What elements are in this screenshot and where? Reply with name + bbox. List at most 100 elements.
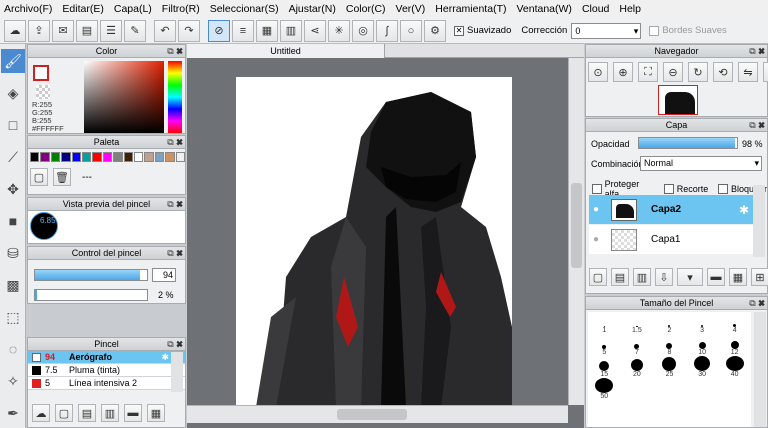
foreground-color-swatch[interactable] — [33, 65, 49, 81]
brush-size-option[interactable]: 15 — [588, 356, 621, 378]
menu-item[interactable]: Ajustar(N) — [289, 3, 336, 15]
brush-file-icon[interactable]: ▥ — [101, 404, 119, 422]
saturation-value-picker[interactable] — [84, 61, 164, 133]
palette-swatch[interactable] — [92, 152, 102, 162]
panel-buttons-icon[interactable]: ⧉ ✖ — [167, 198, 183, 211]
brush-size-option[interactable]: 20 — [621, 356, 654, 378]
menu-item[interactable]: Ver(V) — [396, 3, 426, 15]
background-color-swatch[interactable] — [36, 85, 50, 99]
gear-icon[interactable]: ✱ — [739, 203, 749, 217]
panel-buttons-icon[interactable]: ⧉ ✖ — [749, 45, 765, 58]
menu-item[interactable]: Seleccionar(S) — [210, 3, 279, 15]
panel-buttons-icon[interactable]: ⧉ ✖ — [167, 45, 183, 58]
eye-icon[interactable]: ● — [589, 234, 603, 245]
snap-grid-icon[interactable]: ▦ — [256, 19, 278, 42]
magic-wand-tool-icon[interactable]: ✧ — [1, 369, 25, 393]
size-slider[interactable] — [34, 269, 148, 281]
list-icon[interactable]: ☰ — [100, 19, 122, 42]
palette-swatch[interactable] — [61, 152, 71, 162]
panel-buttons-icon[interactable]: ⧉ ✖ — [749, 119, 765, 132]
bucket-tool-icon[interactable]: ⛁ — [1, 241, 25, 265]
panel-buttons-icon[interactable]: ⧉ ✖ — [167, 338, 183, 351]
fill-rect-tool-icon[interactable]: ■ — [1, 209, 25, 233]
vertical-scrollbar[interactable] — [568, 58, 584, 405]
palette-swatch[interactable] — [144, 152, 154, 162]
brush-row[interactable]: 5 Línea intensiva 2 — [28, 377, 185, 390]
palette-swatch[interactable] — [154, 152, 165, 162]
snap-curve-icon[interactable]: ∫ — [376, 19, 398, 42]
brush-cloud-icon[interactable]: ☁ — [32, 404, 50, 422]
lasso-tool-icon[interactable]: ◌ — [1, 337, 25, 361]
snap-parallel-icon[interactable]: ≡ — [232, 19, 254, 42]
brush-list-scrollbar[interactable] — [171, 352, 183, 392]
brush-folder-icon[interactable]: ▬ — [124, 404, 142, 422]
fit-window-icon[interactable]: ⛶ — [638, 62, 658, 82]
panel-buttons-icon[interactable]: ⧉ ✖ — [167, 247, 183, 260]
document-icon[interactable]: ▤ — [76, 19, 98, 42]
menu-item[interactable]: Capa(L) — [114, 3, 152, 15]
lock-checkbox[interactable] — [718, 184, 728, 194]
zoom-fit-icon[interactable]: ⊙ — [588, 62, 608, 82]
layer-extra-icon[interactable]: ⊞ — [751, 268, 768, 286]
soft-edges-checkbox[interactable] — [649, 25, 660, 36]
palette-swatch[interactable] — [71, 152, 82, 162]
menu-item[interactable]: Ventana(W) — [516, 3, 571, 15]
edit-icon[interactable]: ✎ — [124, 19, 146, 42]
brush-size-option[interactable]: 10 — [686, 334, 719, 356]
palette-swatch[interactable] — [165, 152, 175, 162]
menu-item[interactable]: Herramienta(T) — [435, 3, 506, 15]
snap-circle-icon[interactable]: ◎ — [352, 19, 374, 42]
horizontal-scrollbar[interactable] — [187, 405, 568, 423]
palette-swatch[interactable] — [50, 152, 61, 162]
rotate-reset-icon[interactable]: ⟲ — [713, 62, 733, 82]
protect-alpha-checkbox[interactable] — [592, 184, 602, 194]
line-tool-icon[interactable]: ⟋ — [1, 145, 25, 169]
snap-settings-icon[interactable]: ⚙ — [424, 19, 446, 42]
brush-copy-icon[interactable]: ▤ — [78, 404, 96, 422]
menu-item[interactable]: Help — [619, 3, 641, 15]
menu-item[interactable]: Editar(E) — [62, 3, 103, 15]
palette-swatch[interactable] — [102, 152, 113, 162]
panel-buttons-icon[interactable]: ⧉ ✖ — [167, 136, 183, 149]
brush-row[interactable]: 7.5 Pluma (tinta) — [28, 364, 185, 377]
layer-folder-icon[interactable]: ▬ — [707, 268, 725, 286]
menu-item[interactable]: Color(C) — [346, 3, 386, 15]
zoom-in-icon[interactable]: ⊕ — [613, 62, 633, 82]
brush-row[interactable]: 94 Aerógrafo ✱ — [28, 351, 185, 364]
move-tool-icon[interactable]: ✥ — [1, 177, 25, 201]
snap-ellipse-icon[interactable]: ○ — [400, 19, 422, 42]
merge-layer-icon[interactable]: ⇩ — [655, 268, 673, 286]
correction-select[interactable]: 0 ▾ — [571, 22, 642, 39]
layer-menu-icon[interactable]: ▾ — [677, 268, 703, 286]
navigator-thumbnail[interactable] — [658, 85, 698, 115]
mirror-icon[interactable]: ◐ — [763, 62, 768, 82]
brush-size-option[interactable]: 12 — [718, 334, 751, 356]
brush-tool-icon[interactable]: 🖌 — [1, 49, 25, 73]
blend-mode-select[interactable]: Normal ▾ — [640, 156, 762, 171]
size-input[interactable]: 94 — [152, 268, 176, 282]
vertical-scroll-thumb[interactable] — [571, 183, 582, 268]
brush-size-option[interactable]: 8 — [653, 334, 686, 356]
new-vector-layer-icon[interactable]: ▤ — [611, 268, 629, 286]
snap-crisscross-icon[interactable]: ▥ — [280, 19, 302, 42]
palette-swatch[interactable] — [123, 152, 134, 162]
duplicate-layer-icon[interactable]: ▥ — [633, 268, 651, 286]
brush-size-option[interactable]: 3 — [686, 312, 719, 334]
undo-icon[interactable]: ↶ — [154, 19, 176, 42]
redo-icon[interactable]: ↷ — [178, 19, 200, 42]
rectangle-tool-icon[interactable]: □ — [1, 113, 25, 137]
gradient-tool-icon[interactable]: ▩ — [1, 273, 25, 297]
trash-icon[interactable]: 🗑 — [53, 168, 71, 186]
menu-item[interactable]: Filtro(R) — [162, 3, 200, 15]
brush-size-scrollbar[interactable] — [754, 312, 766, 427]
flip-icon[interactable]: ⇋ — [738, 62, 758, 82]
select-tool-icon[interactable]: ⬚ — [1, 305, 25, 329]
palette-swatch[interactable] — [175, 152, 186, 162]
palette-swatch[interactable] — [40, 152, 50, 162]
snap-off-icon[interactable]: ⊘ — [208, 19, 230, 42]
cloud-icon[interactable]: ☁ — [4, 19, 26, 42]
eyedropper-tool-icon[interactable]: ✒ — [1, 401, 25, 425]
hue-slider[interactable] — [168, 61, 182, 133]
brush-new-icon[interactable]: ▢ — [55, 404, 73, 422]
brush-size-option[interactable]: 7 — [621, 334, 654, 356]
